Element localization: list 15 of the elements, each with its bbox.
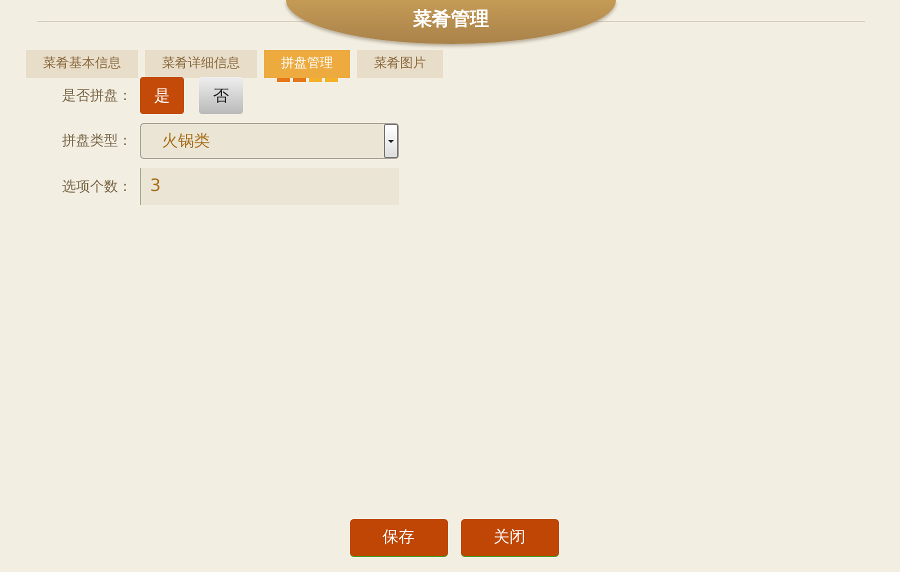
field-label: 拼盘类型： xyxy=(62,132,133,150)
field-label: 是否拼盘： xyxy=(62,86,133,104)
tab[interactable]: 菜肴基本信息 xyxy=(26,50,138,78)
tab-indicator-icon xyxy=(276,78,338,82)
input-field[interactable]: 3 xyxy=(140,168,399,205)
option-button[interactable]: 是 xyxy=(140,77,184,114)
field-label: 选项个数： xyxy=(62,178,133,196)
option-button[interactable]: 否 xyxy=(199,77,243,114)
tab[interactable]: 菜肴详细信息 xyxy=(145,50,257,78)
dropdown-field[interactable]: 火锅类 xyxy=(140,123,399,159)
action-button[interactable]: 保存 xyxy=(350,519,448,557)
action-button[interactable]: 关闭 xyxy=(460,519,558,557)
tab[interactable]: 菜肴图片 xyxy=(357,50,443,78)
page-title: 菜肴管理 xyxy=(286,0,616,44)
tab[interactable]: 拼盘管理 xyxy=(264,50,350,78)
